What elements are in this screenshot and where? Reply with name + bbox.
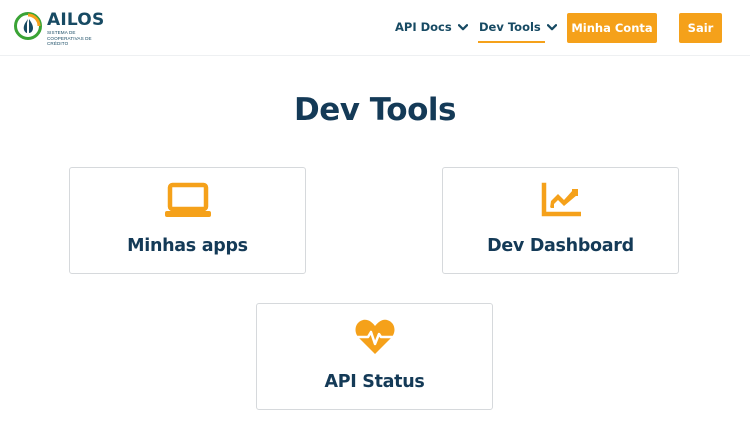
card-label: Dev Dashboard xyxy=(487,236,634,256)
card-label: Minhas apps xyxy=(127,236,248,256)
nav-api-docs-label: API Docs xyxy=(395,20,452,34)
chevron-down-icon xyxy=(457,23,468,30)
card-api-status[interactable]: API Status xyxy=(256,303,493,410)
laptop-icon xyxy=(164,182,211,217)
chart-area-icon xyxy=(541,182,581,217)
nav-dev-tools-label: Dev Tools xyxy=(479,20,541,34)
nav-dev-tools[interactable]: Dev Tools xyxy=(479,20,557,34)
card-dev-dashboard[interactable]: Dev Dashboard xyxy=(442,167,679,274)
minha-conta-button[interactable]: Minha Conta xyxy=(567,13,657,43)
nav-api-docs[interactable]: API Docs xyxy=(395,20,468,34)
active-nav-underline xyxy=(478,41,545,43)
chevron-down-icon xyxy=(546,23,557,30)
card-minhas-apps[interactable]: Minhas apps xyxy=(69,167,306,274)
page-title: Dev Tools xyxy=(294,92,456,128)
logo-subtitle: SISTEMA DE COOPERATIVAS DE CRÉDITO xyxy=(47,30,92,46)
ailos-logo[interactable]: AILOS SISTEMA DE COOPERATIVAS DE CRÉDITO xyxy=(13,11,109,47)
ailos-logo-mark xyxy=(14,12,42,40)
heartbeat-icon xyxy=(355,319,394,354)
card-label: API Status xyxy=(324,372,425,392)
logo-name: AILOS xyxy=(47,10,105,30)
sair-button[interactable]: Sair xyxy=(679,13,722,43)
top-header: AILOS SISTEMA DE COOPERATIVAS DE CRÉDITO… xyxy=(0,0,750,56)
